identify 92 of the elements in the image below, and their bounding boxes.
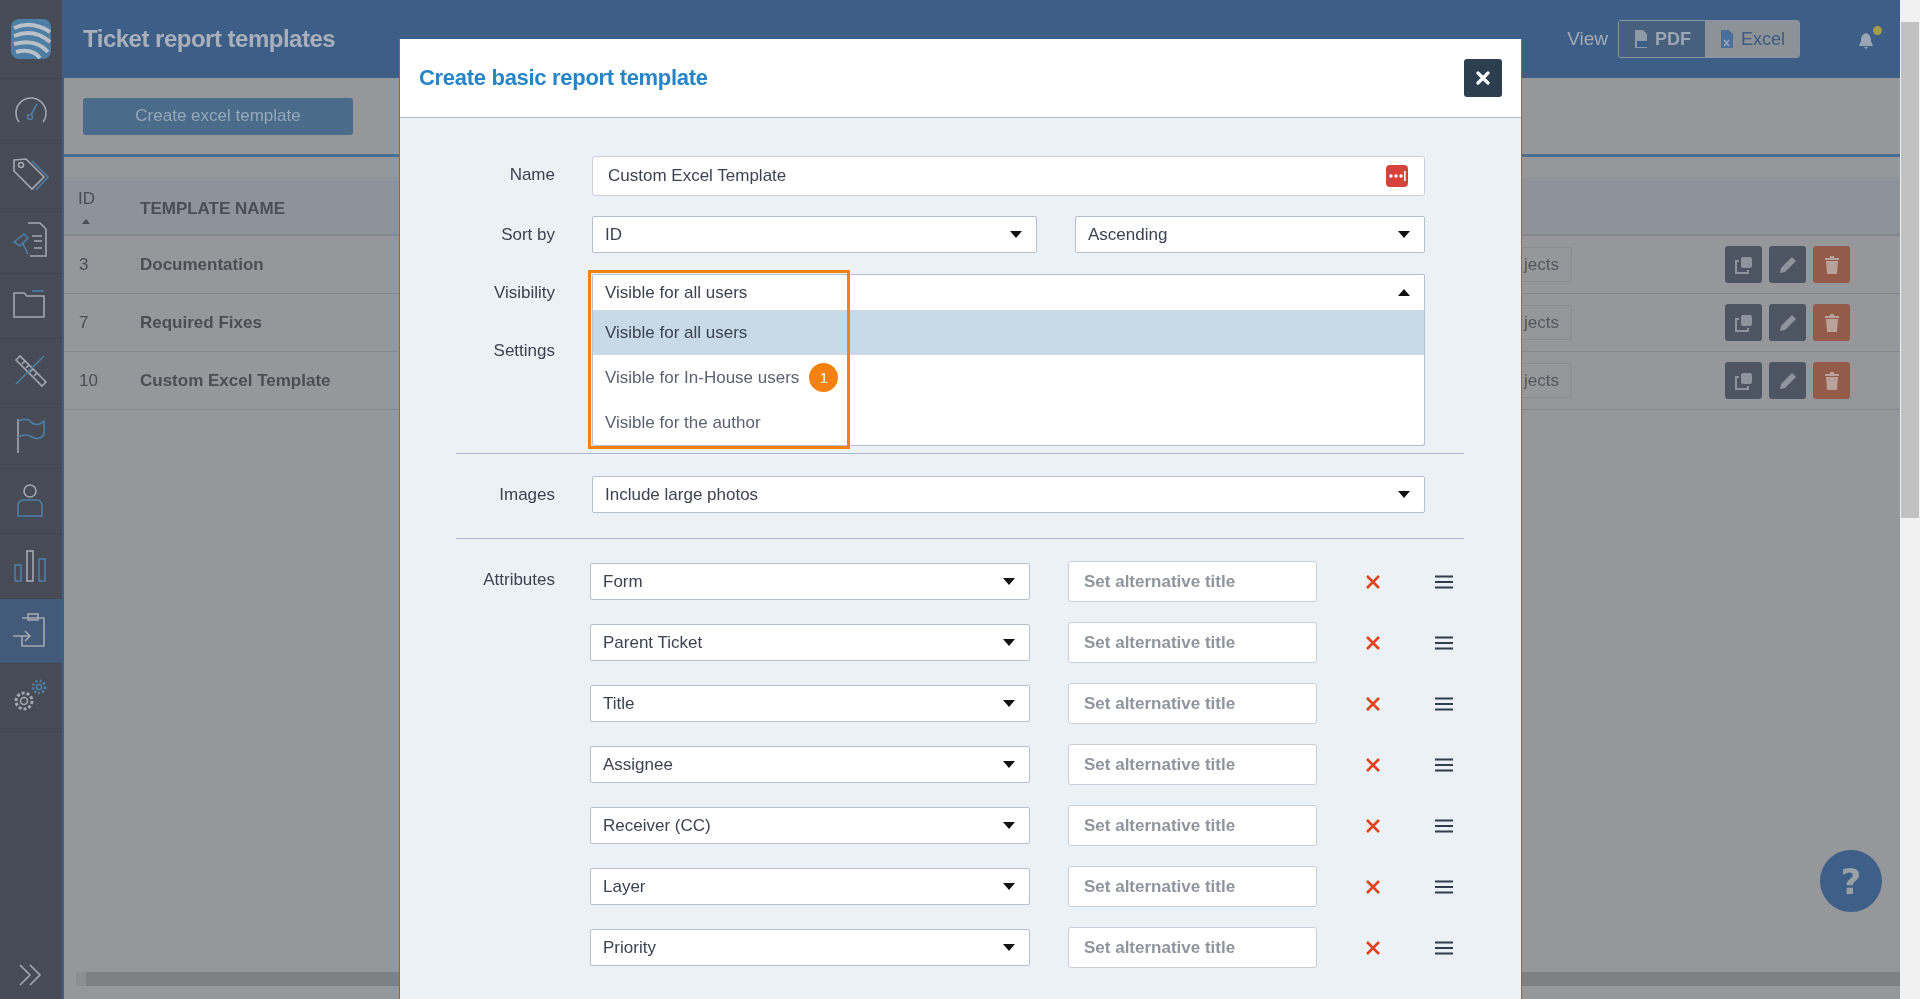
vertical-scrollbar[interactable]: [1900, 0, 1920, 999]
edit-button[interactable]: [1769, 304, 1806, 341]
attribute-select[interactable]: Layer: [590, 868, 1030, 905]
caret-down-icon: [1003, 578, 1015, 585]
images-select[interactable]: Include large photos: [592, 476, 1425, 513]
sort-field-select[interactable]: ID: [592, 216, 1037, 253]
caret-down-icon: [1010, 231, 1022, 238]
spreadsheet-file-icon: [1719, 29, 1735, 49]
notifications-button[interactable]: [1858, 26, 1882, 52]
close-icon: [1365, 878, 1381, 895]
close-icon: [1476, 71, 1490, 85]
dropdown-option[interactable]: Visible for In-House users 1: [593, 355, 1424, 400]
menu-icon: [1435, 635, 1453, 650]
menu-icon: [1435, 818, 1453, 833]
dialog-title: Create basic report template: [419, 65, 708, 91]
table-cell-text: 3: [78, 254, 90, 275]
attribute-select[interactable]: Assignee: [590, 746, 1030, 783]
field-label: Settings: [492, 340, 555, 362]
field-label: Name: [508, 164, 555, 186]
table-cell: Documentation: [140, 254, 264, 275]
table-cell-text: 7: [78, 312, 90, 333]
copy-icon: [1734, 255, 1753, 274]
alternative-title-field[interactable]: Set alternative title: [1068, 744, 1317, 785]
attribute-select[interactable]: Parent Ticket: [590, 624, 1030, 661]
close-icon: [1365, 817, 1381, 834]
caret-down-icon: [1398, 491, 1410, 498]
edit-button[interactable]: [1769, 246, 1806, 283]
delete-button[interactable]: [1813, 362, 1850, 399]
pencil-icon: [1778, 255, 1797, 274]
table-cell: Required Fixes: [140, 312, 262, 333]
caret-down-icon: [1003, 639, 1015, 646]
table-cell: Custom Excel Template: [140, 370, 331, 391]
caret-down-icon: [1003, 822, 1015, 829]
close-icon: [1365, 939, 1381, 956]
alternative-title-field[interactable]: Set alternative title: [1068, 561, 1317, 602]
caret-down-icon: [1003, 700, 1015, 707]
dropdown-option[interactable]: Visible for the author: [593, 400, 1424, 445]
copy-icon: [1734, 313, 1753, 332]
table-cell-text: 10: [78, 370, 99, 391]
dots-icon: [1386, 165, 1408, 187]
pencil-icon: [1778, 313, 1797, 332]
trash-icon: [1823, 371, 1840, 390]
copy-button[interactable]: [1725, 362, 1762, 399]
double-chevron-icon: [18, 963, 44, 987]
menu-icon: [1435, 696, 1453, 711]
copy-button[interactable]: [1725, 246, 1762, 283]
close-icon: [1365, 634, 1381, 651]
name-field[interactable]: Custom Excel Template: [592, 156, 1425, 196]
bell-icon: [1858, 32, 1874, 50]
pencil-icon: [1778, 371, 1797, 390]
dropdown-option[interactable]: Visible for all users: [593, 310, 1424, 355]
menu-icon: [1435, 879, 1453, 894]
attribute-select[interactable]: Form: [590, 563, 1030, 600]
logo-icon: [10, 18, 52, 60]
clipboard-nav-item[interactable]: [0, 599, 62, 664]
delete-button[interactable]: [1813, 304, 1850, 341]
copy-button[interactable]: [1725, 304, 1762, 341]
close-icon: [1365, 695, 1381, 712]
field-label: Images: [498, 484, 555, 506]
edit-button[interactable]: [1769, 362, 1806, 399]
menu-icon: [1435, 757, 1453, 772]
alternative-title-field[interactable]: Set alternative title: [1068, 866, 1317, 907]
field-label: Attributes: [482, 569, 555, 591]
close-button[interactable]: [1464, 59, 1502, 97]
trash-icon: [1823, 313, 1840, 332]
page-title: Ticket report templates: [83, 25, 336, 53]
caret-down-icon: [1003, 944, 1015, 951]
alternative-title-field[interactable]: Set alternative title: [1068, 683, 1317, 724]
close-icon: [1365, 756, 1381, 773]
field-label: Visibility: [492, 282, 555, 304]
caret-down-icon: [1398, 231, 1410, 238]
delete-button[interactable]: [1813, 246, 1850, 283]
attribute-select[interactable]: Priority: [590, 929, 1030, 966]
close-icon: [1365, 573, 1381, 590]
caret-down-icon: [1003, 761, 1015, 768]
menu-icon: [1435, 574, 1453, 589]
visibility-select[interactable]: Visible for all users: [592, 274, 1425, 311]
trash-icon: [1823, 255, 1840, 274]
attribute-select[interactable]: Receiver (CC): [590, 807, 1030, 844]
alternative-title-field[interactable]: Set alternative title: [1068, 927, 1317, 968]
menu-icon: [1435, 940, 1453, 955]
step-marker: 1: [809, 363, 839, 392]
alternative-title-field[interactable]: Set alternative title: [1068, 805, 1317, 846]
pdf-file-icon: [1633, 29, 1649, 49]
alternative-title-field[interactable]: Set alternative title: [1068, 622, 1317, 663]
sort-order-select[interactable]: Ascending: [1075, 216, 1425, 253]
view-label: View: [1567, 28, 1608, 50]
copy-icon: [1734, 371, 1753, 390]
field-label: Sort by: [500, 224, 555, 246]
caret-up-icon: [1398, 289, 1410, 296]
caret-down-icon: [1003, 883, 1015, 890]
attribute-select[interactable]: Title: [590, 685, 1030, 722]
